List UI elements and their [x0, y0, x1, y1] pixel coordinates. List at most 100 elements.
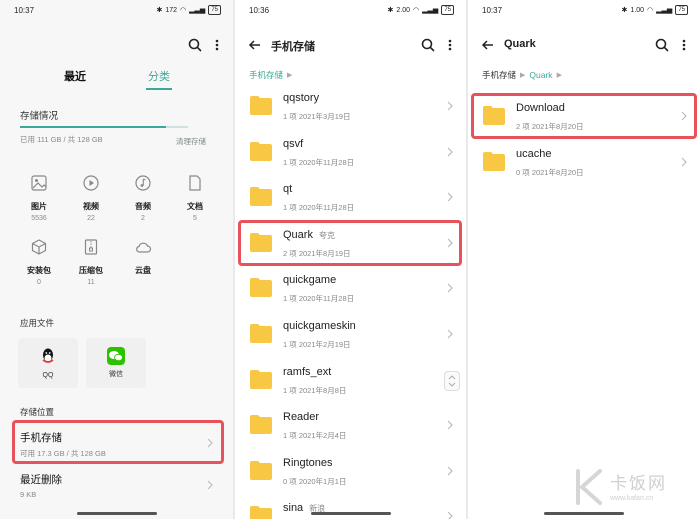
back-arrow-icon[interactable] — [480, 37, 496, 53]
storage-used-text: 已用 111 GB / 共 128 GB — [20, 135, 103, 144]
folder-name: qqstory — [283, 92, 320, 104]
category-images[interactable]: 图片 5536 — [16, 174, 62, 222]
folder-name: qt — [283, 183, 293, 196]
app-folder-wechat[interactable]: 微信 — [86, 338, 146, 388]
folder-row[interactable]: quickgame 1 项 2020年11月28日 — [235, 267, 466, 313]
breadcrumb: 手机存储 ▶ — [249, 69, 292, 81]
folder-name: quickgame — [283, 274, 337, 287]
chevron-right-icon — [447, 329, 453, 339]
storage-location-title: 存储位置 — [20, 407, 55, 417]
folder-row[interactable]: ucache 0 项 2021年8月20日 — [468, 141, 700, 187]
quark-folder-panel: 10:37 ✱ 1.00 ◠ ▂▃▅ 75 Quark 手机存储 ▶ Quark… — [468, 0, 700, 519]
location-recently-deleted[interactable]: 最近删除 9 KB — [14, 466, 222, 506]
chevron-right-icon — [447, 466, 453, 476]
category-cloud[interactable]: 云盘 — [120, 238, 166, 276]
bluetooth-icon: ✱ — [621, 7, 628, 14]
folder-icon — [250, 460, 272, 480]
breadcrumb-arrow-icon: ▶ — [287, 72, 293, 79]
main-tabs: 最近 分类 — [0, 66, 233, 90]
video-icon — [83, 175, 99, 191]
battery-icon: 75 — [208, 5, 221, 15]
app-files-title: 应用文件 — [20, 318, 55, 328]
tab-recent[interactable]: 最近 — [64, 68, 86, 84]
bluetooth-icon: ✱ — [156, 7, 163, 14]
folder-row[interactable]: sina 新浪 — [235, 495, 466, 519]
more-menu-icon[interactable] — [680, 37, 688, 53]
app-folder-qq[interactable]: QQ — [18, 338, 78, 388]
breadcrumb-item[interactable]: 手机存储 — [482, 69, 516, 81]
breadcrumb-arrow-icon: ▶ — [520, 72, 526, 79]
more-menu-icon[interactable] — [446, 37, 454, 53]
watermark-text: 卡饭网 — [610, 474, 667, 493]
folder-icon — [250, 369, 272, 389]
storage-progress-bar — [20, 126, 188, 128]
folder-row[interactable]: qqstory 1 项 2021年3月19日 — [235, 85, 466, 131]
document-icon — [189, 175, 201, 191]
wifi-icon: ◠ — [180, 7, 187, 14]
clean-storage-link[interactable]: 清理存储 — [176, 136, 206, 147]
category-documents[interactable]: 文档 5 — [172, 174, 218, 222]
folder-name: quickgameskin — [283, 320, 356, 332]
tab-category[interactable]: 分类 — [146, 68, 172, 90]
category-videos[interactable]: 视频 22 — [68, 174, 114, 222]
file-manager-category-panel: 10:37 ✱ 172 ◠ ▂▃▅ 75 最近 分类 存储情况 已用 111 G… — [0, 0, 233, 519]
home-indicator — [310, 512, 391, 515]
folder-row[interactable]: Reader 1 项 2021年2月4日 — [235, 404, 466, 450]
status-bar: 10:36 ✱ 2.00 ◠ ▂▃▅ 75 — [235, 0, 466, 22]
wifi-icon: ◠ — [647, 7, 654, 14]
breadcrumb: 手机存储 ▶ Quark ▶ — [482, 69, 562, 81]
folder-row[interactable]: quickgameskin 1 项 2021年2月19日 — [235, 313, 466, 359]
status-time: 10:37 — [14, 6, 35, 15]
chevron-right-icon — [447, 420, 453, 430]
back-arrow-icon[interactable] — [247, 37, 263, 53]
folder-icon — [250, 506, 272, 519]
watermark-logo: 卡饭网 www.kafan.cn — [572, 467, 690, 511]
folder-meta: 0 项 2020年1月1日 — [283, 476, 347, 486]
chevron-right-icon — [681, 157, 687, 167]
folder-meta: 1 项 2020年11月28日 — [283, 157, 355, 167]
highlight-box — [471, 93, 697, 139]
more-menu-icon[interactable] — [213, 37, 221, 53]
home-indicator — [76, 512, 157, 515]
network-speed: 172 — [165, 6, 178, 14]
folder-row[interactable]: ramfs_ext 1 项 2021年8月8日 — [235, 359, 466, 405]
scroll-arrows-icon — [448, 375, 456, 387]
bluetooth-icon: ✱ — [387, 7, 394, 14]
music-icon — [135, 175, 151, 191]
archive-icon — [84, 239, 98, 255]
chevron-right-icon — [447, 283, 453, 293]
search-icon[interactable] — [654, 37, 670, 53]
signal-icon: ▂▃▅ — [656, 7, 673, 14]
folder-row[interactable]: qt 1 项 2020年11月28日 — [235, 176, 466, 222]
search-icon[interactable] — [187, 37, 203, 53]
folder-row[interactable]: qsvf 1 项 2020年11月28日 — [235, 131, 466, 177]
scrollbar-thumb[interactable] — [444, 371, 460, 391]
highlight-box — [238, 220, 462, 266]
category-packages[interactable]: 安装包 0 — [16, 238, 62, 286]
wechat-icon — [107, 347, 125, 365]
folder-meta: 1 项 2021年3月19日 — [283, 112, 351, 121]
storage-progress-fill — [20, 126, 167, 128]
page-title: Quark — [504, 38, 536, 50]
image-icon — [31, 175, 47, 191]
status-bar: 10:37 ✱ 1.00 ◠ ▂▃▅ 75 — [468, 0, 700, 22]
signal-icon: ▂▃▅ — [422, 7, 439, 14]
folder-row[interactable]: Ringtones 0 项 2020年1月1日 — [235, 450, 466, 496]
search-icon[interactable] — [420, 37, 436, 53]
folder-icon — [483, 152, 505, 171]
folder-icon — [250, 141, 272, 161]
category-archives[interactable]: 压缩包 11 — [68, 238, 114, 286]
folder-meta: 1 项 2021年8月8日 — [283, 385, 347, 395]
folder-icon — [250, 415, 272, 435]
chevron-right-icon — [447, 147, 453, 157]
breadcrumb-item[interactable]: Quark — [529, 70, 552, 80]
battery-icon: 75 — [441, 5, 454, 15]
folder-name: ucache — [516, 148, 552, 160]
chevron-right-icon — [207, 480, 213, 490]
category-audio[interactable]: 音频 2 — [120, 174, 166, 222]
battery-icon: 75 — [675, 5, 688, 15]
chevron-right-icon — [447, 101, 453, 111]
folder-icon — [250, 187, 272, 207]
network-speed: 2.00 — [396, 6, 411, 14]
breadcrumb-item[interactable]: 手机存储 — [249, 69, 283, 81]
